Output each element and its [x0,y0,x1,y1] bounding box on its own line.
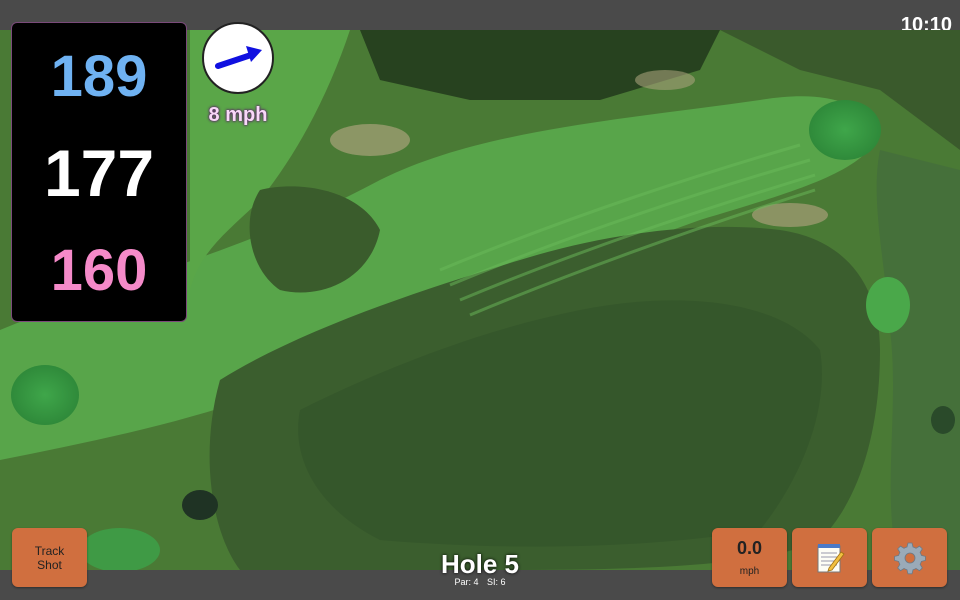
gear-icon [893,542,926,574]
wind-direction-indicator [202,22,274,94]
distance-middle: 177 [43,136,155,210]
wind-speed: 8 mph [208,104,268,126]
track-shot-button[interactable]: Track Shot [12,528,87,587]
distance-front: 160 [50,238,148,303]
hole-title: Hole 5 [440,549,520,579]
hole-par: Par: 4 [454,577,479,587]
speed-value: 0.0 [736,538,763,558]
hole-info: Par: 4 SI: 6 [400,577,560,587]
distance-panel: 189 177 160 [11,22,187,322]
distance-back: 189 [50,44,148,109]
hole-stroke-index: SI: 6 [487,577,506,587]
track-shot-label-line2: Shot [37,558,62,572]
speed-unit: mph [739,566,760,577]
wind-arrow-icon [215,46,262,69]
track-shot-label-line1: Track [34,544,65,558]
notepad-icon [817,543,845,572]
notes-button[interactable] [792,528,867,587]
speed-button[interactable]: 0.0 mph [712,528,787,587]
settings-button[interactable] [872,528,947,587]
